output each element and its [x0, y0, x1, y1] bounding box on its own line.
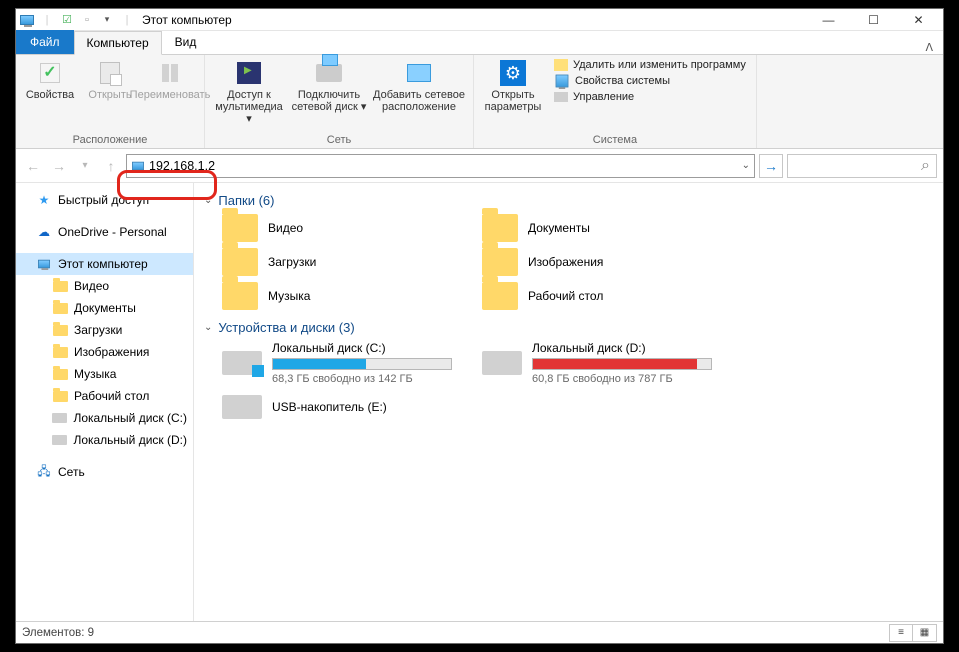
nav-quick-access[interactable]: ★Быстрый доступ	[16, 189, 193, 211]
view-details-button[interactable]: ≡	[889, 624, 913, 642]
map-network-drive-button[interactable]: Подключить сетевой диск ▾	[291, 57, 367, 113]
drive-d-icon	[482, 351, 522, 375]
address-bar[interactable]: ⌄	[126, 154, 755, 178]
folder-desktop[interactable]: Рабочий стол	[482, 282, 732, 310]
folder-music[interactable]: Музыка	[222, 282, 472, 310]
folder-video[interactable]: Видео	[222, 214, 472, 242]
media-access-button[interactable]: Доступ к мультимедиа ▾	[211, 57, 287, 125]
drive-d-bar	[532, 358, 712, 370]
group-label-network: Сеть	[327, 134, 351, 148]
open-settings-button[interactable]: ⚙ Открыть параметры	[480, 57, 546, 113]
group-label-location: Расположение	[73, 134, 148, 148]
add-network-location-button[interactable]: Добавить сетевое расположение	[371, 57, 467, 113]
recent-dropdown[interactable]: ▾	[74, 155, 96, 177]
tab-computer[interactable]: Компьютер	[74, 31, 162, 55]
drive-c-bar	[272, 358, 452, 370]
nav-this-pc[interactable]: Этот компьютер	[16, 253, 193, 275]
maximize-button[interactable]: ☐	[851, 9, 896, 30]
rename-button[interactable]: Переименовать	[142, 57, 198, 101]
minimize-button[interactable]: —	[806, 9, 851, 30]
search-icon: ⌕	[921, 157, 930, 175]
forward-button[interactable]: →	[48, 155, 70, 177]
address-row: ← → ▾ ↑ ⌄ → ⌕	[16, 149, 943, 183]
titlebar: | ☑ ▫ ▾ | Этот компьютер — ☐ ✕	[16, 9, 943, 31]
content-pane: ⌄Папки (6) Видео Документы Загрузки Изоб…	[194, 183, 943, 621]
close-button[interactable]: ✕	[896, 9, 941, 30]
nav-documents[interactable]: Документы	[16, 297, 193, 319]
drive-c[interactable]: Локальный диск (C:) 68,3 ГБ свободно из …	[222, 341, 472, 385]
system-properties-button[interactable]: Свойства системы	[554, 73, 746, 89]
folder-documents[interactable]: Документы	[482, 214, 732, 242]
qat-separator: |	[38, 11, 56, 29]
nav-video[interactable]: Видео	[16, 275, 193, 297]
explorer-window: | ☑ ▫ ▾ | Этот компьютер — ☐ ✕ Файл Комп…	[15, 8, 944, 644]
properties-button[interactable]: Свойства	[22, 57, 78, 101]
nav-network[interactable]: 🖧Сеть	[16, 461, 193, 483]
nav-onedrive[interactable]: ☁OneDrive - Personal	[16, 221, 193, 243]
manage-button[interactable]: Управление	[554, 91, 746, 103]
status-bar: Элементов: 9 ≡ ▦	[16, 621, 943, 643]
back-button[interactable]: ←	[22, 155, 44, 177]
status-count: Элементов: 9	[22, 627, 94, 639]
drive-e-icon	[222, 395, 262, 419]
drive-e[interactable]: USB-накопитель (E:)	[222, 395, 472, 419]
address-dropdown[interactable]: ⌄	[742, 160, 750, 171]
qat-new-icon[interactable]: ▫	[78, 11, 96, 29]
section-drives[interactable]: ⌄Устройства и диски (3)	[204, 320, 933, 335]
tab-file[interactable]: Файл	[16, 30, 74, 54]
ribbon: Свойства Открыть Переименовать Расположе…	[16, 55, 943, 149]
qat-dropdown[interactable]: ▾	[98, 11, 116, 29]
drive-d-label: Локальный диск (D:)	[532, 341, 712, 355]
nav-downloads[interactable]: Загрузки	[16, 319, 193, 341]
drive-c-free: 68,3 ГБ свободно из 142 ГБ	[272, 373, 452, 385]
up-button[interactable]: ↑	[100, 155, 122, 177]
nav-music[interactable]: Музыка	[16, 363, 193, 385]
ribbon-tabs: Файл Компьютер Вид ᐱ	[16, 31, 943, 55]
window-title: Этот компьютер	[142, 13, 232, 27]
drive-c-label: Локальный диск (C:)	[272, 341, 452, 355]
app-icon	[18, 11, 36, 29]
uninstall-program-button[interactable]: Удалить или изменить программу	[554, 59, 746, 71]
ribbon-collapse-button[interactable]: ᐱ	[915, 41, 943, 54]
nav-desktop[interactable]: Рабочий стол	[16, 385, 193, 407]
group-label-system: Система	[593, 134, 637, 148]
go-button[interactable]: →	[759, 154, 783, 178]
nav-pane: ★Быстрый доступ ☁OneDrive - Personal Это…	[16, 183, 194, 621]
drive-d-free: 60,8 ГБ свободно из 787 ГБ	[532, 373, 712, 385]
folder-downloads[interactable]: Загрузки	[222, 248, 472, 276]
search-box[interactable]: ⌕	[787, 154, 937, 178]
qat-separator: |	[118, 11, 136, 29]
nav-drive-d[interactable]: Локальный диск (D:)	[16, 429, 193, 451]
address-pc-icon	[132, 161, 144, 170]
nav-images[interactable]: Изображения	[16, 341, 193, 363]
address-input[interactable]	[149, 159, 738, 173]
tab-view[interactable]: Вид	[162, 30, 210, 54]
drive-d[interactable]: Локальный диск (D:) 60,8 ГБ свободно из …	[482, 341, 742, 385]
folder-images[interactable]: Изображения	[482, 248, 732, 276]
qat-properties-icon[interactable]: ☑	[58, 11, 76, 29]
drive-c-icon	[222, 351, 262, 375]
view-large-button[interactable]: ▦	[913, 624, 937, 642]
nav-drive-c[interactable]: Локальный диск (C:)	[16, 407, 193, 429]
section-folders[interactable]: ⌄Папки (6)	[204, 193, 933, 208]
drive-e-label: USB-накопитель (E:)	[272, 400, 387, 414]
